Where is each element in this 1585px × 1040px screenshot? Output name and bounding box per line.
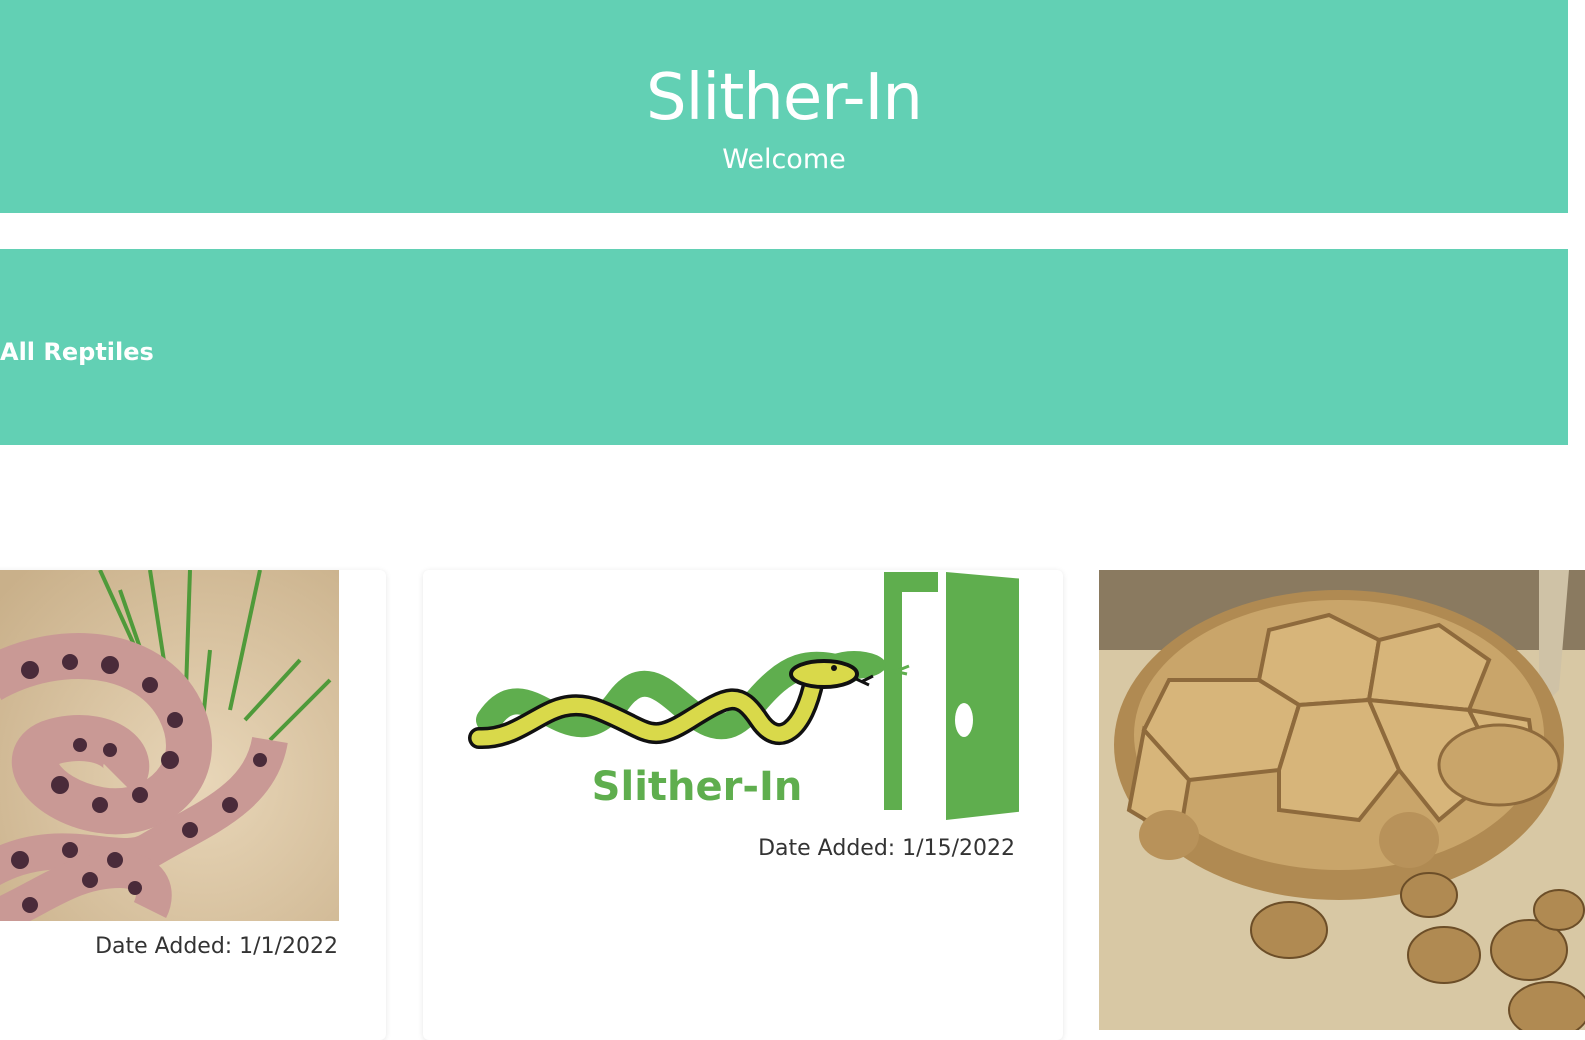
site-header: Slither-In Welcome [0,0,1568,213]
site-subtitle: Welcome [722,144,846,175]
slither-in-logo[interactable]: Slither-In [449,570,1019,820]
reptile-photo[interactable] [1099,570,1585,1030]
date-added-label: Date Added: 1/15/2022 [758,836,1015,861]
section-title: All Reptiles [0,337,154,366]
reptile-card[interactable]: Date Added: 1/1/2022 [0,570,386,1040]
reptile-photo[interactable] [0,570,339,921]
reptile-card[interactable] [1099,570,1585,1040]
logo-text: Slither-In [592,764,803,810]
reptile-card[interactable]: Slither-In Date Added: 1/15/2022 [423,570,1063,1040]
site-title: Slither-In [646,61,923,135]
date-added-label: Date Added: 1/1/2022 [95,934,338,959]
